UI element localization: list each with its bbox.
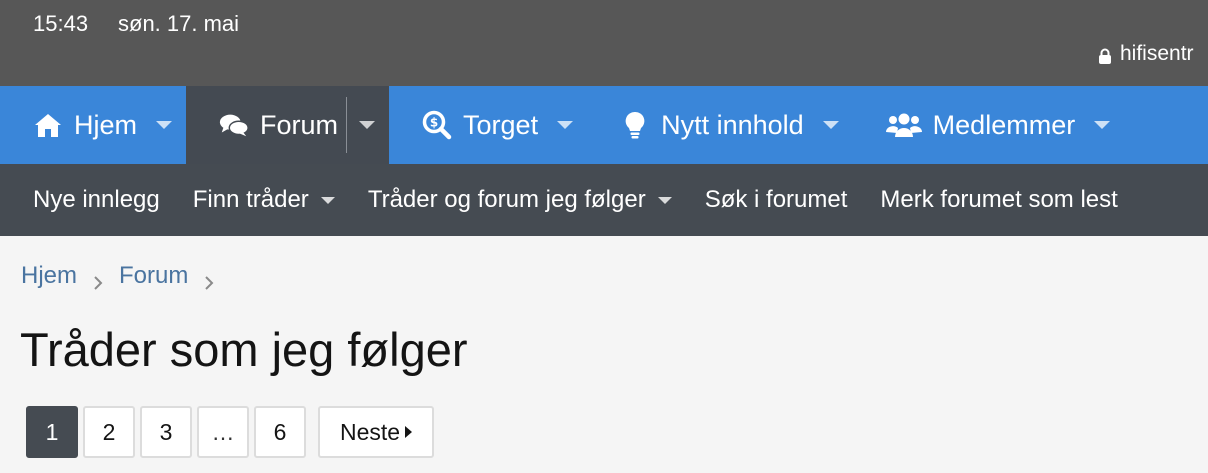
chevron-down-icon[interactable] [657, 196, 672, 204]
next-page-button[interactable]: Neste [318, 406, 434, 458]
chevron-down-icon[interactable] [156, 121, 173, 129]
tab-torget[interactable]: $ Torget [389, 86, 587, 164]
sub-nav: Nye innlegg Finn tråder Tråder og forum … [0, 164, 1208, 236]
caret-right-icon [405, 426, 413, 438]
tab-forum-label: Forum [260, 109, 339, 140]
chevron-down-icon[interactable] [359, 121, 376, 129]
chevron-right-icon [204, 269, 214, 290]
breadcrumb-forum[interactable]: Forum [119, 262, 188, 290]
page-button-1[interactable]: 1 [26, 406, 78, 458]
comments-icon [218, 111, 250, 139]
lightbulb-icon [619, 111, 651, 139]
chevron-down-icon[interactable] [1094, 121, 1111, 129]
subnav-search-forum-label: Søk i forumet [704, 186, 848, 213]
home-icon [32, 111, 64, 139]
address-text: hifisentr [1120, 42, 1194, 65]
subnav-mark-read[interactable]: Merk forumet som lest [880, 186, 1117, 214]
subnav-new-posts-label: Nye innlegg [33, 186, 160, 213]
chevron-right-icon [93, 269, 103, 290]
subnav-search-forum[interactable]: Søk i forumet [705, 186, 848, 214]
tab-nytt-innhold-label: Nytt innhold [661, 109, 804, 140]
users-icon [885, 111, 923, 139]
next-page-label: Neste [339, 418, 401, 445]
tab-nytt-innhold[interactable]: Nytt innhold [587, 86, 853, 164]
tab-divider [346, 97, 348, 153]
chevron-down-icon[interactable] [822, 121, 839, 129]
tab-forum[interactable]: Forum [186, 86, 390, 164]
address-bar[interactable]: hifisentr [1098, 42, 1194, 66]
page-button-3[interactable]: 3 [140, 406, 192, 458]
subnav-watched[interactable]: Tråder og forum jeg følger [367, 186, 672, 214]
subnav-find-threads-label: Finn tråder [192, 186, 309, 213]
status-time: 15:43 [33, 11, 89, 36]
page-ellipsis-button[interactable]: … [197, 406, 249, 458]
svg-text:$: $ [430, 116, 438, 130]
main-nav: Hjem Forum $ Torget Nytt innhold Medlemm… [0, 86, 1208, 164]
chevron-down-icon[interactable] [557, 121, 574, 129]
subnav-new-posts[interactable]: Nye innlegg [33, 186, 160, 214]
page-button-6[interactable]: 6 [254, 406, 306, 458]
page-button-2[interactable]: 2 [83, 406, 135, 458]
page-title: Tråder som jeg følger [20, 323, 468, 376]
status-date: søn. 17. mai [118, 11, 240, 36]
tab-hjem-label: Hjem [74, 109, 138, 140]
tab-medlemmer-label: Medlemmer [932, 109, 1076, 140]
breadcrumb-hjem[interactable]: Hjem [21, 262, 77, 290]
chevron-down-icon[interactable] [320, 196, 335, 204]
tab-hjem[interactable]: Hjem [0, 86, 186, 164]
subnav-watched-label: Tråder og forum jeg følger [367, 186, 646, 213]
tab-medlemmer[interactable]: Medlemmer [853, 86, 1125, 164]
lock-icon [1098, 46, 1112, 64]
tab-torget-label: Torget [463, 109, 539, 140]
search-dollar-icon: $ [421, 110, 453, 140]
subnav-mark-read-label: Merk forumet som lest [880, 186, 1118, 213]
subnav-find-threads[interactable]: Finn tråder [192, 186, 335, 214]
pagination: 1 2 3 … 6 Neste [26, 406, 439, 458]
breadcrumb: Hjem Forum [21, 262, 230, 290]
browser-status-bar: 15:43 søn. 17. mai hifisentr [0, 0, 1208, 86]
